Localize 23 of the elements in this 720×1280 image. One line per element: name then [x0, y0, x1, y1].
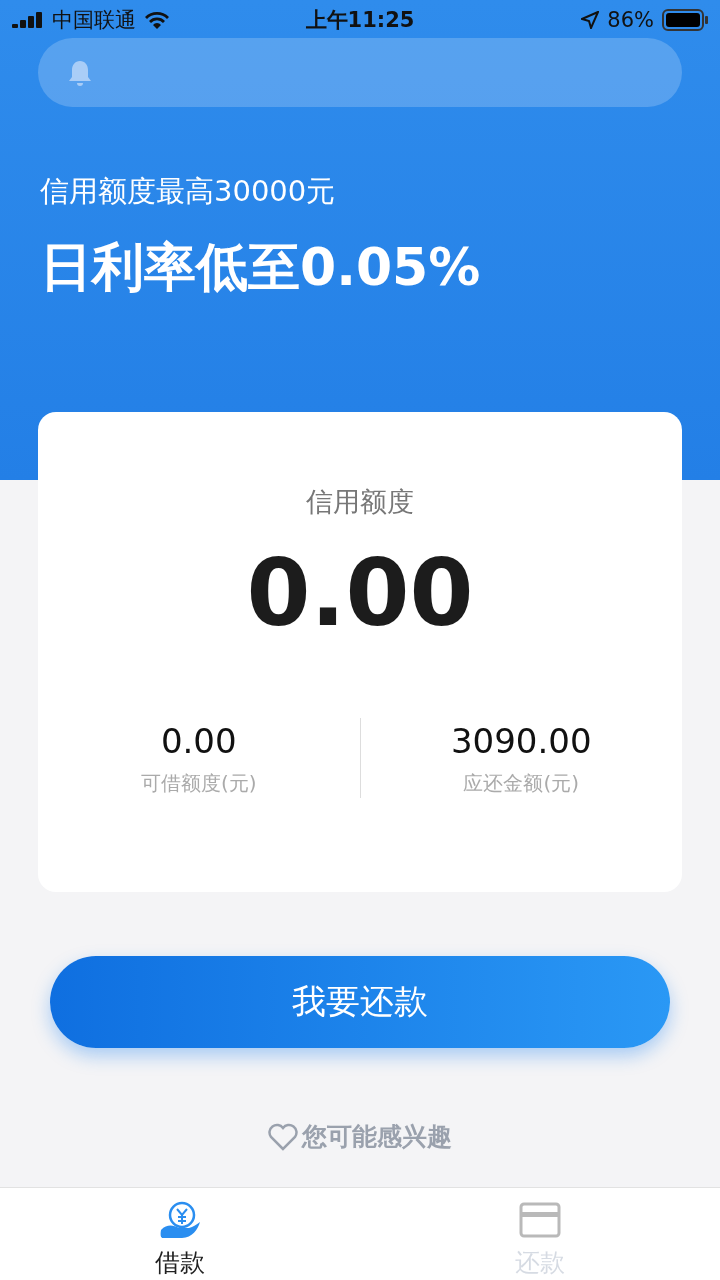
battery-percent: 86% — [607, 8, 654, 32]
credit-limit-text: 信用额度最高30000元 — [40, 173, 337, 210]
card-icon — [519, 1200, 561, 1240]
stat-value: 3090.00 — [450, 720, 592, 763]
credit-amount: 0.00 — [246, 544, 474, 644]
carrier-name: 中国联通 — [52, 7, 136, 34]
heart-icon — [268, 1122, 298, 1151]
signal-icon — [12, 12, 44, 28]
clock-time: 上午11:25 — [305, 7, 415, 34]
tab-label: 借款 — [155, 1247, 205, 1279]
interest-link[interactable]: 您可能感兴趣 — [302, 1120, 452, 1153]
location-arrow-icon — [581, 11, 600, 29]
coin-hand-icon — [159, 1200, 201, 1240]
stat-label: 应还金额(元) — [463, 770, 580, 797]
battery-icon — [662, 9, 708, 31]
tab-item[interactable]: 借款 — [0, 1188, 360, 1280]
interest-rate-headline: 日利率低至0.05% — [40, 236, 482, 299]
stat-value: 0.00 — [160, 720, 237, 763]
bell-icon — [68, 58, 92, 87]
stat-label: 可借额度(元) — [140, 770, 257, 797]
wifi-icon — [144, 10, 170, 30]
credit-label: 信用额度 — [306, 485, 414, 519]
repay-button[interactable]: 我要还款 — [50, 956, 670, 1048]
